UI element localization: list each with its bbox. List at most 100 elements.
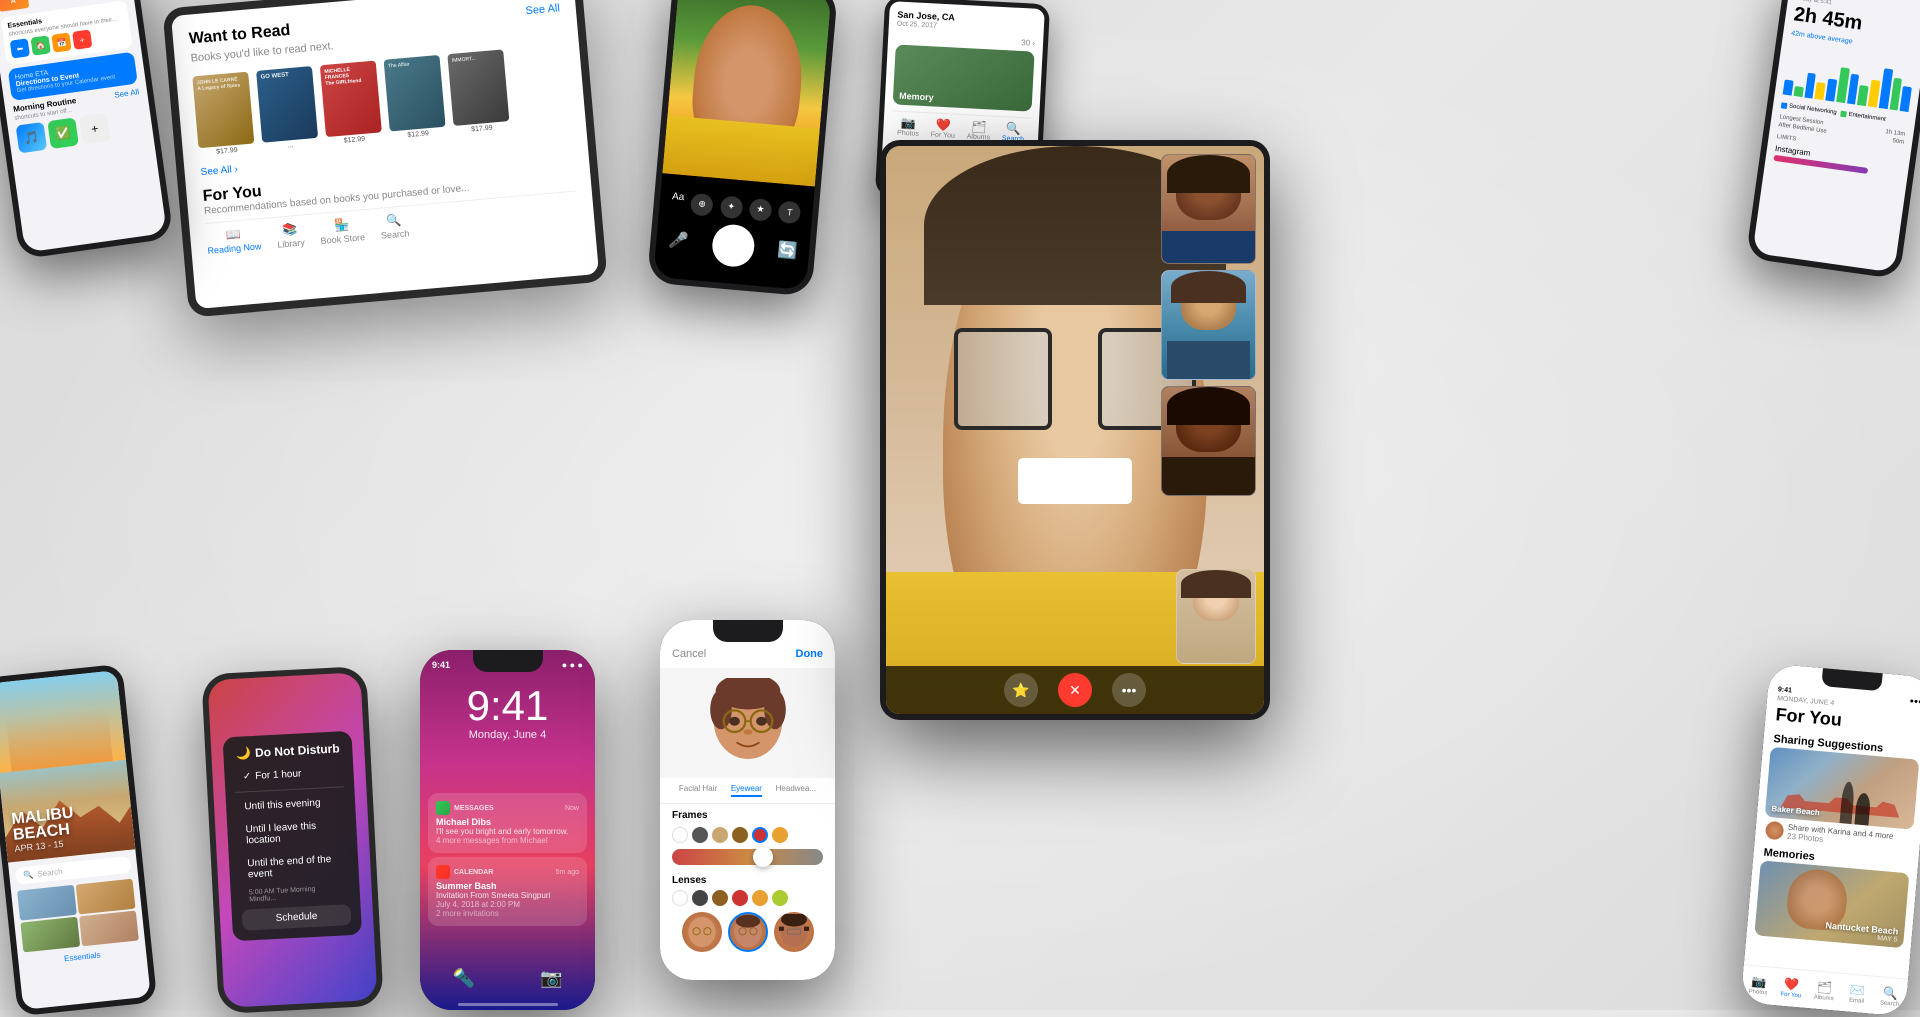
iphone-foryou-device: 9:41 ●●● MONDAY, JUNE 4 For You Sharing …: [1740, 663, 1920, 1016]
frame-color-dark[interactable]: [692, 827, 708, 843]
frame-color-white[interactable]: [672, 827, 688, 843]
camera-shutter-btn[interactable]: [710, 223, 756, 269]
camera-sticker-btn[interactable]: ★: [749, 198, 773, 222]
st-bar-5: [1825, 78, 1837, 101]
facetime-end-btn[interactable]: ✕: [1058, 673, 1092, 707]
face-variant-3[interactable]: [774, 912, 814, 952]
lens-color-green[interactable]: [772, 890, 788, 906]
lens-color-clear[interactable]: [672, 890, 688, 906]
foryou-baker-beach-card[interactable]: Baker Beach: [1765, 747, 1920, 830]
malibu-search-icon: 🔍: [23, 870, 34, 880]
book-cover-2[interactable]: GO WEST: [256, 66, 318, 143]
dnd-option-event[interactable]: Until the end of the event: [239, 849, 349, 887]
face-variant-2[interactable]: [728, 912, 768, 952]
siri-shortcut-add[interactable]: +: [79, 113, 111, 145]
frame-color-gold[interactable]: [712, 827, 728, 843]
siri-icon-more: +: [72, 29, 92, 49]
facetime-more-btn[interactable]: •••: [1112, 673, 1146, 707]
foryou-nav-foryou[interactable]: ❤️ For You: [1773, 968, 1809, 1008]
iphone-memoji-device: Cancel Done: [660, 620, 835, 980]
memoji-slider[interactable]: [672, 849, 823, 865]
camera-filter-btn[interactable]: ⊕: [690, 193, 714, 217]
facetime-tile-1: [1161, 154, 1256, 264]
foryou-nav-albums[interactable]: 🗂 Albums: [1806, 971, 1842, 1011]
siri-icon-eta: 🏠: [30, 35, 50, 55]
frame-color-red[interactable]: [752, 827, 768, 843]
memoji-lenses-title: Lenses: [660, 871, 835, 890]
foryou-bottom-nav: 📷 Photos ❤️ For You 🗂 Albums ✉️ Email 🔍: [1740, 964, 1908, 1016]
lock-time: 9:41: [420, 685, 595, 727]
dnd-option-evening[interactable]: Until this evening: [236, 792, 345, 819]
malibu-thumb-2: [76, 879, 136, 915]
foryou-time: 9:41: [1778, 686, 1793, 694]
foryou-memory-card[interactable]: Nantucket Beach MAY 5: [1754, 860, 1909, 948]
lock-battery: ● ● ●: [562, 660, 583, 670]
books-nav-store[interactable]: 🏪 Book Store: [319, 216, 366, 246]
foryou-nav-email[interactable]: ✉️ Email: [1839, 974, 1875, 1014]
lock-notif-extra-1: 4 more messages from Michael: [436, 836, 579, 845]
lock-camera-btn[interactable]: 📷: [531, 958, 571, 998]
lock-flashlight-btn[interactable]: 🔦: [444, 958, 484, 998]
dnd-title: Do Not Disturb: [255, 742, 340, 760]
malibu-thumb-3: [20, 917, 80, 953]
iphone-camera-device: Aa ⊕ ✦ ★ T 🎤 🔄: [647, 0, 838, 297]
lock-carrier: 9:41: [432, 660, 450, 670]
camera-mic-icon: 🎤: [668, 230, 690, 252]
foryou-nav-search[interactable]: 🔍 Search: [1872, 977, 1908, 1017]
books-nav-library[interactable]: 📚 Library: [275, 221, 305, 249]
foryou-nav-photos[interactable]: 📷 Photos: [1740, 965, 1776, 1005]
frame-color-brown[interactable]: [732, 827, 748, 843]
iphone-screentime-device: SCREEN TIME Today at 5:41 2h 45m 42m abo…: [1746, 0, 1920, 279]
memoji-cat-headwear[interactable]: Headwea...: [776, 784, 816, 797]
foryou-signal: ●●●: [1909, 698, 1920, 706]
photos-nav-albums[interactable]: 🗂 Albums: [967, 119, 991, 141]
lock-notif-sender: Michael Dibs: [436, 817, 579, 827]
st-bar-1: [1783, 80, 1794, 96]
memoji-cancel-btn[interactable]: Cancel: [672, 648, 706, 660]
book-cover-1[interactable]: JOHN LE CARRÉA Legacy of Spies: [192, 72, 254, 149]
st-bar-2: [1793, 86, 1803, 97]
dnd-schedule-btn[interactable]: Schedule: [242, 904, 351, 931]
lock-calendar-notif[interactable]: CALENDAR 5m ago Summer Bash Invitation F…: [428, 857, 587, 926]
lock-notif-cal-invitations: 2 more invitations: [436, 909, 579, 918]
siri-shortcut-1[interactable]: 🎵: [16, 122, 48, 154]
st-bar-12: [1900, 86, 1912, 112]
siri-shortcut-2[interactable]: ✅: [47, 117, 79, 149]
memoji-cat-facial[interactable]: Facial Hair: [679, 784, 717, 797]
memoji-slider-thumb: [753, 847, 773, 867]
dnd-moon-icon: 🌙: [236, 746, 252, 761]
scene: Want to Read See All Books you'd like to…: [0, 0, 1920, 1010]
lock-messages-notif[interactable]: MESSAGES Now Michael Dibs I'll see you b…: [428, 793, 587, 853]
memoji-cat-eyewear[interactable]: Eyewear: [731, 784, 762, 797]
books-see-all[interactable]: See All: [525, 2, 560, 17]
foryou-avatar: [1765, 821, 1785, 841]
photos-nav-photos[interactable]: 📷 Photos: [897, 116, 920, 138]
books-nav-search[interactable]: 🔍 Search: [379, 212, 410, 240]
face-variant-1[interactable]: [682, 912, 722, 952]
camera-flip-icon[interactable]: 🔄: [777, 239, 799, 261]
memoji-done-btn[interactable]: Done: [796, 648, 824, 660]
books-nav-reading[interactable]: 📖 Reading Now: [206, 225, 262, 256]
iphone-lock-device: 9:41 ● ● ● 9:41 Monday, June 4 MESSAGES …: [420, 650, 595, 1010]
photos-memory-card[interactable]: Memory: [893, 44, 1035, 111]
book-cover-3[interactable]: MICHELLE FRANCESThe GIRLfriend: [320, 60, 382, 137]
frame-color-orange[interactable]: [772, 827, 788, 843]
book-cover-5[interactable]: IMMORT...: [447, 49, 509, 126]
camera-fx-btn[interactable]: ✦: [719, 195, 743, 219]
lock-notif-cal-body: Invitation From Smeeta Singpuri: [436, 891, 579, 900]
camera-text-btn[interactable]: Aa: [671, 191, 685, 214]
photos-nav-foryou[interactable]: ❤️ For You: [931, 117, 956, 139]
legend-social: Social Networking: [1781, 102, 1837, 116]
lock-notif-cal-extra: July 4, 2018 at 2:00 PM: [436, 900, 579, 909]
lens-color-red[interactable]: [732, 890, 748, 906]
camera-text2-btn[interactable]: T: [778, 200, 802, 224]
siri-icon-calendar: 📅: [51, 32, 71, 52]
dnd-option-for1hour[interactable]: ✓ For 1 hour: [234, 762, 343, 789]
lens-color-dark[interactable]: [692, 890, 708, 906]
facetime-star-btn[interactable]: ⭐: [1004, 673, 1038, 707]
malibu-search-input[interactable]: Search: [37, 867, 63, 879]
book-cover-4[interactable]: The Affair: [384, 55, 446, 132]
lens-color-orange[interactable]: [752, 890, 768, 906]
lens-color-brown[interactable]: [712, 890, 728, 906]
dnd-option-location[interactable]: Until I leave this location: [237, 815, 347, 853]
